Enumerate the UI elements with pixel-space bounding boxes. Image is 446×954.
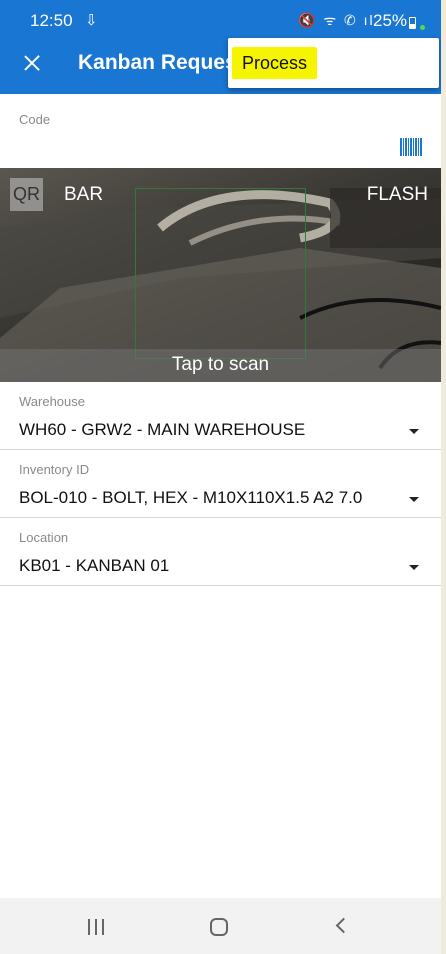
chevron-down-icon xyxy=(409,429,419,434)
location-label: Location xyxy=(19,530,69,545)
chevron-down-icon xyxy=(409,565,419,570)
inventory-id-value: BOL-010 - BOLT, HEX - M10X110X1.5 A2 7.0 xyxy=(19,488,363,507)
home-icon[interactable] xyxy=(210,918,228,936)
back-icon[interactable] xyxy=(335,917,352,934)
camera-preview[interactable]: QR BAR FLASH Tap to scan xyxy=(0,168,441,382)
battery-icon xyxy=(409,17,416,29)
page-title: Kanban Request xyxy=(78,51,238,74)
status-icons: 🔇 ᯤ ✆ ıl xyxy=(298,12,375,28)
chevron-down-icon xyxy=(409,497,419,502)
scan-frame xyxy=(135,188,306,359)
tap-to-scan-label[interactable]: Tap to scan xyxy=(0,354,441,376)
warehouse-select[interactable]: Warehouse WH60 - GRW2 - MAIN WAREHOUSE xyxy=(0,382,441,450)
close-icon[interactable] xyxy=(18,50,46,78)
bar-mode-button[interactable]: BAR xyxy=(64,184,103,206)
download-icon: ⇩ xyxy=(85,12,98,29)
screen-border xyxy=(441,0,446,954)
battery-percent: 25% xyxy=(373,11,408,30)
system-nav-bar xyxy=(0,898,441,954)
status-time: 12:50 xyxy=(30,11,73,30)
flash-button[interactable]: FLASH xyxy=(367,184,428,206)
code-field-label: Code xyxy=(19,112,51,127)
location-value: KB01 - KANBAN 01 xyxy=(19,556,170,575)
qr-mode-button[interactable]: QR xyxy=(10,178,43,211)
warehouse-label: Warehouse xyxy=(19,394,85,409)
barcode-icon[interactable] xyxy=(400,138,423,156)
process-menu-item[interactable]: Process xyxy=(232,47,318,79)
inventory-id-label: Inventory ID xyxy=(19,462,90,477)
recents-icon[interactable] xyxy=(88,919,106,935)
location-select[interactable]: Location KB01 - KANBAN 01 xyxy=(0,518,441,586)
warehouse-value: WH60 - GRW2 - MAIN WAREHOUSE xyxy=(19,420,306,439)
phone-screen: 12:50 ⇩ 🔇 ᯤ ✆ ıl 25% Kanban Request Proc… xyxy=(0,0,441,954)
inventory-id-select[interactable]: Inventory ID BOL-010 - BOLT, HEX - M10X1… xyxy=(0,450,441,518)
charging-dot-icon xyxy=(420,25,425,30)
overflow-menu: Process xyxy=(228,38,439,88)
